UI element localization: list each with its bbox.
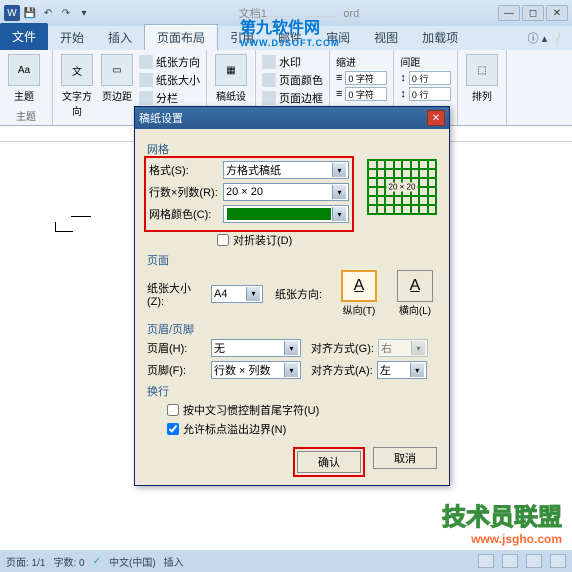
maximize-button[interactable]: ◻ — [522, 5, 544, 21]
undo-icon[interactable]: ↶ — [40, 5, 56, 21]
view-outline[interactable] — [550, 554, 566, 568]
paper-size-select[interactable]: A4▾ — [211, 285, 263, 303]
tab-file[interactable]: 文件 — [0, 23, 48, 50]
qat-more-icon[interactable]: ▾ — [76, 5, 92, 21]
header-select[interactable]: 无▾ — [211, 339, 301, 357]
page-border-button[interactable]: 页面边框 — [262, 90, 323, 106]
footer-align-label: 对齐方式(A): — [311, 362, 373, 378]
page-color-button[interactable]: 页面颜色 — [262, 72, 323, 88]
format-select[interactable]: 方格式稿纸▾ — [223, 161, 349, 179]
format-label: 格式(S): — [149, 162, 219, 178]
grid-settings-dialog: 稿纸设置 ✕ 网格 格式(S): 方格式稿纸▾ 行数×列数(R): 20 × 2… — [134, 106, 450, 486]
watermark-site2: 技术员联盟 www.jsgho.com — [442, 497, 562, 546]
watermark-button[interactable]: 水印 — [262, 54, 323, 70]
grid-color-label: 网格颜色(C): — [149, 206, 219, 222]
status-lang[interactable]: 中文(中国) — [109, 554, 156, 569]
close-button[interactable]: ✕ — [546, 5, 568, 21]
hf-section-label: 页眉/页脚 — [147, 321, 437, 337]
footer-select[interactable]: 行数 × 列数▾ — [211, 361, 301, 379]
arrange-button[interactable]: ⬚排列 — [464, 54, 500, 103]
redo-icon[interactable]: ↷ — [58, 5, 74, 21]
punct-overflow-checkbox[interactable] — [167, 423, 179, 435]
tab-page-layout[interactable]: 页面布局 — [144, 24, 218, 50]
status-words[interactable]: 字数: 0 — [53, 554, 84, 569]
save-icon[interactable]: 💾 — [22, 5, 38, 21]
ok-button[interactable]: 确认 — [297, 451, 361, 473]
view-reading[interactable] — [502, 554, 518, 568]
dialog-title: 稿纸设置 — [139, 110, 427, 126]
status-mode[interactable]: 插入 — [164, 554, 184, 569]
spacing-after-field[interactable]: 0 行 — [409, 87, 451, 101]
dialog-close-button[interactable]: ✕ — [427, 110, 445, 126]
cancel-button[interactable]: 取消 — [373, 447, 437, 469]
rowcol-select[interactable]: 20 × 20▾ — [223, 183, 349, 201]
status-bar: 页面: 1/1 字数: 0 ✓ 中文(中国) 插入 — [0, 550, 572, 572]
grid-color-select[interactable]: ▾ — [223, 205, 349, 223]
orientation-button[interactable]: 纸张方向 — [139, 54, 200, 70]
tab-addins[interactable]: 加载项 — [410, 25, 470, 50]
ok-button-highlight: 确认 — [293, 447, 365, 477]
columns-button[interactable]: 分栏 — [139, 90, 200, 106]
paper-orient-label: 纸张方向: — [275, 286, 322, 302]
spacing-label: 间距 — [400, 54, 420, 69]
footer-align-select[interactable]: 左▾ — [377, 361, 427, 379]
cjk-wrap-checkbox[interactable] — [167, 404, 179, 416]
header-align-select: 右▾ — [378, 339, 428, 357]
fold-binding-checkbox[interactable] — [217, 234, 229, 246]
fold-binding-label: 对折装订(D) — [233, 232, 292, 248]
tab-insert[interactable]: 插入 — [96, 25, 144, 50]
view-print-layout[interactable] — [478, 554, 494, 568]
landscape-button[interactable]: A̲ — [397, 270, 433, 302]
word-app-icon: W — [4, 5, 20, 21]
tab-home[interactable]: 开始 — [48, 25, 96, 50]
cursor-indicator — [55, 222, 73, 232]
header-label: 页眉(H): — [147, 340, 207, 356]
grid-preview: 20 × 20 — [367, 159, 437, 215]
footer-label: 页脚(F): — [147, 362, 207, 378]
grid-settings-highlight: 格式(S): 方格式稿纸▾ 行数×列数(R): 20 × 20▾ 网格颜色(C)… — [144, 156, 354, 232]
themes-button[interactable]: Aa主题 — [6, 54, 42, 103]
help-icon[interactable]: ⓘ ▴ ❔ — [520, 26, 572, 50]
indent-left-field[interactable]: 0 字符 — [345, 71, 387, 85]
wrap-section-label: 换行 — [147, 383, 437, 399]
portrait-button[interactable]: A̲ — [341, 270, 377, 302]
indent-right-field[interactable]: 0 字符 — [345, 87, 387, 101]
page-section-label: 页面 — [147, 252, 437, 268]
watermark-site1: 第九软件网 WWW.D9SOFT.COM — [240, 14, 340, 48]
size-button[interactable]: 纸张大小 — [139, 72, 200, 88]
rowcol-label: 行数×列数(R): — [149, 184, 219, 200]
text-direction-button[interactable]: 文文字方向 — [59, 54, 95, 118]
margins-button[interactable]: ▭页边距 — [99, 54, 135, 118]
indent-label: 缩进 — [336, 54, 356, 69]
view-web[interactable] — [526, 554, 542, 568]
paper-size-label: 纸张大小(Z): — [147, 280, 207, 308]
status-page[interactable]: 页面: 1/1 — [6, 554, 45, 569]
spacing-before-field[interactable]: 0 行 — [409, 71, 451, 85]
grid-section-label: 网格 — [147, 141, 437, 157]
tab-view[interactable]: 视图 — [362, 25, 410, 50]
group-themes-label: 主题 — [0, 108, 52, 123]
minimize-button[interactable]: — — [498, 5, 520, 21]
header-align-label: 对齐方式(G): — [311, 340, 374, 356]
